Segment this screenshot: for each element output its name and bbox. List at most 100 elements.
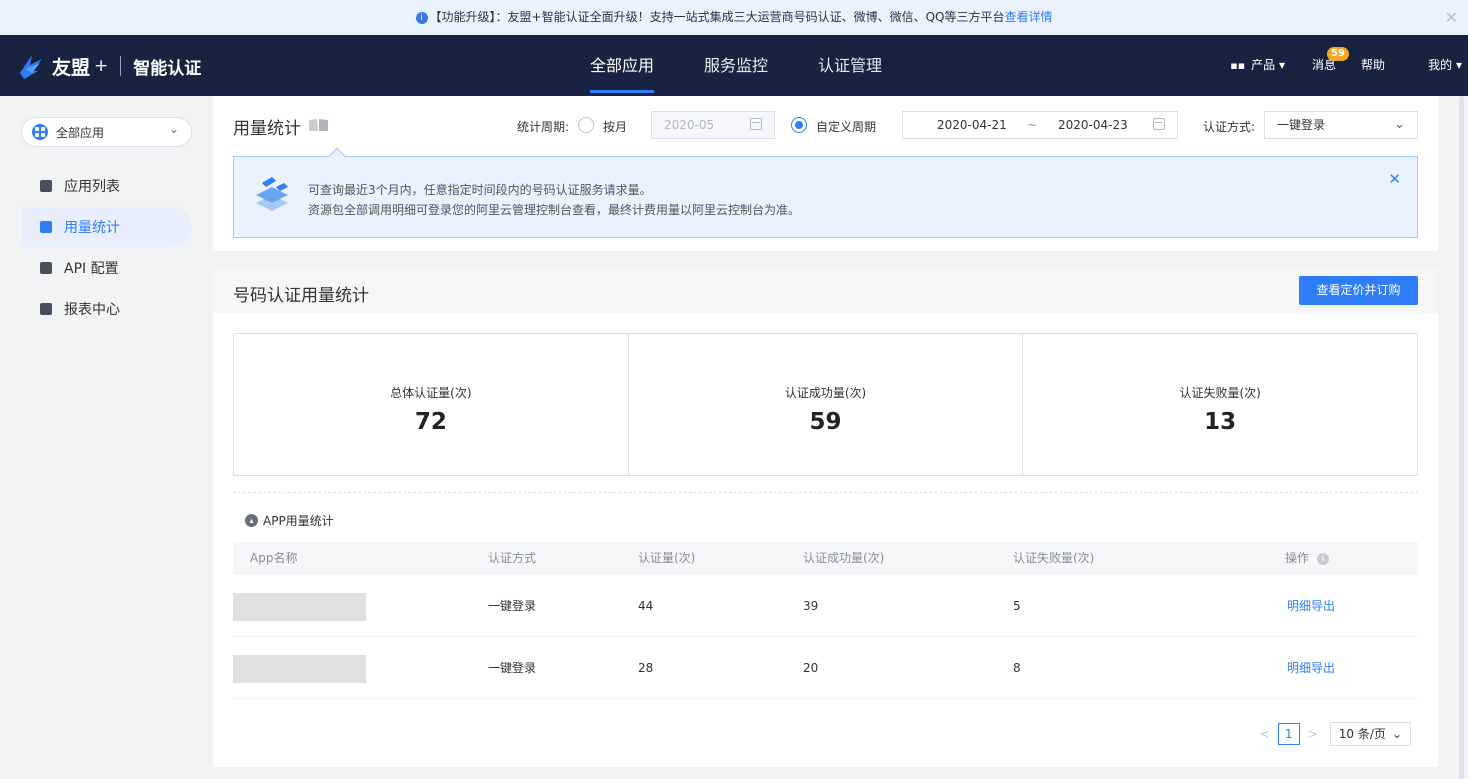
page-1-button[interactable]: 1 — [1277, 723, 1300, 745]
chevron-down-icon: ⌄ — [1391, 727, 1402, 741]
kpi-value: 13 — [1204, 409, 1237, 435]
table-header: App名称 认证方式 认证量(次) 认证成功量(次) 认证失败量(次) 操作 i — [233, 542, 1418, 575]
kpi-label: 认证失败量(次) — [1179, 386, 1261, 400]
info-icon: i — [415, 11, 428, 24]
app-stats-label: APP用量统计 — [263, 514, 334, 528]
view-pricing-button[interactable]: 查看定价并订购 — [1299, 276, 1418, 305]
list-icon — [40, 180, 52, 192]
sidebar-item-label: 用量统计 — [64, 220, 120, 236]
sidebar-item-app-list[interactable]: 应用列表 — [21, 166, 192, 206]
col-success: 认证成功量(次) — [803, 551, 885, 565]
scrollbar[interactable] — [1438, 96, 1468, 779]
info-icon[interactable]: i — [1317, 552, 1330, 565]
calendar-icon — [1153, 118, 1165, 130]
date-range-picker[interactable]: 2020-04-21 ~ 2020-04-23 — [902, 111, 1178, 139]
auth-method-select[interactable]: 一键登录 ⌄ — [1264, 111, 1418, 139]
range-separator: ~ — [1027, 118, 1038, 132]
usage-stats-card: 号码认证用量统计 查看定价并订购 总体认证量(次) 72 认证成功量(次) 59… — [213, 268, 1438, 767]
sidebar-item-label: 应用列表 — [64, 179, 120, 195]
page-title: 用量统计 — [233, 119, 301, 139]
sidebar-item-label: API 配置 — [64, 261, 119, 277]
col-auth-method: 认证方式 — [488, 551, 537, 565]
col-app-name: App名称 — [250, 551, 298, 565]
pagination: < 1 > 10 条/页 ⌄ — [1260, 722, 1411, 746]
kpi-panel: 总体认证量(次) 72 认证成功量(次) 59 认证失败量(次) 13 — [233, 333, 1418, 476]
app-usage-table: App名称 认证方式 认证量(次) 认证成功量(次) 认证失败量(次) 操作 i … — [233, 542, 1418, 699]
view-details-link[interactable]: 查看详情 — [1004, 10, 1052, 24]
prev-page-button[interactable]: < — [1260, 727, 1270, 741]
sidebar-item-usage-stats[interactable]: 用量统计 — [21, 207, 192, 247]
cell-auth-method: 一键登录 — [488, 599, 537, 613]
close-icon[interactable]: ✕ — [1388, 170, 1401, 188]
main-nav: 全部应用 服务监控 认证管理 — [590, 35, 932, 96]
user-menu[interactable]: 我的 ▾ — [1428, 35, 1462, 96]
products-menu[interactable]: ▪▪ 产品 ▾ — [1230, 35, 1285, 96]
help-link[interactable]: 帮助 — [1361, 35, 1385, 96]
product-name: 智能认证 — [133, 58, 202, 79]
table-row: 一键登录 28 20 8 明细导出 — [233, 637, 1418, 699]
logo[interactable]: 友盟 + 智能认证 — [18, 51, 201, 81]
layers-icon — [256, 177, 288, 211]
kpi-total: 总体认证量(次) 72 — [234, 334, 629, 475]
close-icon[interactable]: ✕ — [1445, 0, 1458, 35]
custom-period-radio[interactable] — [791, 117, 807, 133]
bird-logo-icon — [20, 55, 42, 79]
info-tip: 可查询最近3个月内，任意指定时间段内的号码认证服务请求量。 资源包全部调用明细可… — [233, 147, 1418, 238]
stats-header: 号码认证用量统计 查看定价并订购 — [213, 268, 1438, 313]
export-details-link[interactable]: 明细导出 — [1287, 637, 1335, 699]
chevron-up-icon: ▴ — [245, 514, 258, 527]
calendar-icon — [750, 118, 762, 130]
by-month-label[interactable]: 按月 — [603, 118, 627, 135]
cell-fail: 8 — [1013, 661, 1021, 675]
kpi-label: 认证成功量(次) — [784, 386, 867, 400]
brand-name: 友盟 — [52, 56, 91, 79]
apps-icon — [32, 124, 48, 140]
sidebar-item-api-config[interactable]: API 配置 — [21, 248, 192, 288]
tab-all-apps[interactable]: 全部应用 — [590, 35, 655, 96]
announcement-text: 【功能升级】：友盟+智能认证全面升级！支持一站式集成三大运营商号码认证、微博、微… — [429, 10, 1005, 24]
kpi-fail: 认证失败量(次) 13 — [1023, 334, 1417, 475]
logo-divider — [120, 56, 122, 76]
chevron-down-icon: ⌄ — [1394, 117, 1405, 132]
kpi-value: 72 — [414, 409, 447, 435]
tab-auth-management[interactable]: 认证管理 — [818, 35, 882, 96]
chart-icon — [40, 221, 52, 233]
app-name-placeholder — [233, 655, 366, 683]
kpi-value: 59 — [809, 409, 842, 435]
table-row: 一键登录 44 39 5 明细导出 — [233, 575, 1418, 637]
cell-total: 44 — [638, 599, 654, 613]
cell-auth-method: 一键登录 — [488, 661, 537, 675]
start-date[interactable]: 2020-04-21 — [937, 112, 1007, 138]
app-selector-label: 全部应用 — [56, 125, 105, 140]
messages-badge: 59 — [1326, 47, 1349, 61]
page-size-select[interactable]: 10 条/页 ⌄ — [1329, 722, 1411, 746]
app-stats-toggle[interactable]: ▴ APP用量统计 — [245, 512, 334, 529]
app-name-placeholder — [233, 593, 366, 621]
app-selector[interactable]: 全部应用 ⌄ — [21, 117, 192, 147]
period-label: 统计周期: — [517, 120, 570, 134]
month-picker[interactable]: 2020-05 — [651, 111, 775, 139]
col-fail: 认证失败量(次) — [1013, 551, 1095, 565]
sidebar-item-report-center[interactable]: 报表中心 — [21, 289, 192, 329]
announcement-bar: i 【功能升级】：友盟+智能认证全面升级！支持一站式集成三大运营商号码认证、微博、… — [0, 0, 1468, 35]
tip-line-1: 可查询最近3个月内，任意指定时间段内的号码认证服务请求量。 — [308, 183, 652, 197]
sidebar-item-label: 报表中心 — [64, 302, 120, 318]
api-icon — [40, 262, 52, 274]
sidebar: 全部应用 ⌄ 应用列表 用量统计 API 配置 报表中心 — [0, 96, 213, 779]
tip-line-2: 资源包全部调用明细可登录您的阿里云管理控制台查看，最终计费用量以阿里云控制台为准… — [308, 203, 801, 217]
book-icon[interactable] — [308, 118, 329, 132]
col-action: 操作 i — [1285, 542, 1330, 575]
by-month-radio[interactable] — [578, 117, 594, 133]
next-page-button[interactable]: > — [1308, 727, 1318, 741]
cell-total: 28 — [638, 661, 654, 675]
auth-method-label: 认证方式: — [1203, 120, 1256, 134]
col-total: 认证量(次) — [638, 551, 696, 565]
end-date[interactable]: 2020-04-23 — [1058, 112, 1128, 138]
stats-title: 号码认证用量统计 — [233, 286, 369, 306]
tab-service-monitor[interactable]: 服务监控 — [704, 35, 768, 96]
messages-link[interactable]: 消息 59 — [1312, 35, 1349, 96]
filter-card: 用量统计 统计周期: 按月 2020-05 自定义周期 2020-04-21 ~… — [213, 96, 1438, 251]
custom-period-label[interactable]: 自定义周期 — [816, 118, 876, 135]
cell-fail: 5 — [1013, 599, 1021, 613]
export-details-link[interactable]: 明细导出 — [1287, 575, 1335, 637]
